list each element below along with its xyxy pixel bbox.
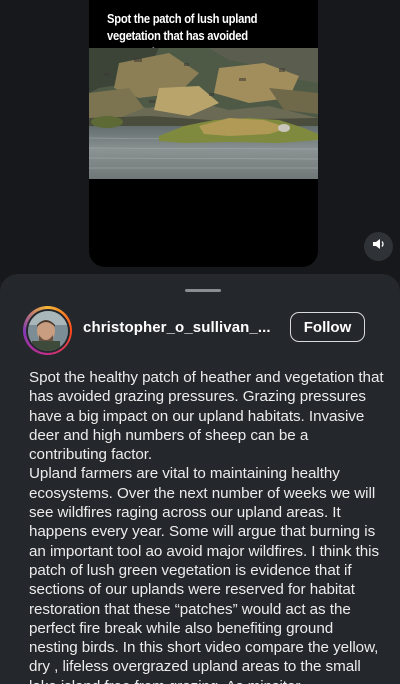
video-player[interactable]: Spot the patch of lush upland vegetation… [89, 0, 318, 267]
speaker-icon [372, 237, 386, 256]
follow-button[interactable]: Follow [290, 312, 365, 342]
video-frame-image [89, 48, 318, 179]
post-caption-text: Spot the healthy patch of heather and ve… [29, 369, 384, 684]
username-link[interactable]: christopher_o_sullivan_... [83, 319, 271, 336]
video-area: Spot the patch of lush upland vegetation… [0, 0, 400, 282]
avatar-story-ring[interactable] [23, 306, 72, 355]
reel-screen: Spot the patch of lush upland vegetation… [0, 0, 400, 684]
drag-handle[interactable] [185, 289, 221, 292]
avatar[interactable] [27, 310, 68, 351]
caption-sheet: christopher_o_sullivan_... Follow Spot t… [0, 274, 400, 684]
sound-toggle-button[interactable] [364, 232, 393, 261]
